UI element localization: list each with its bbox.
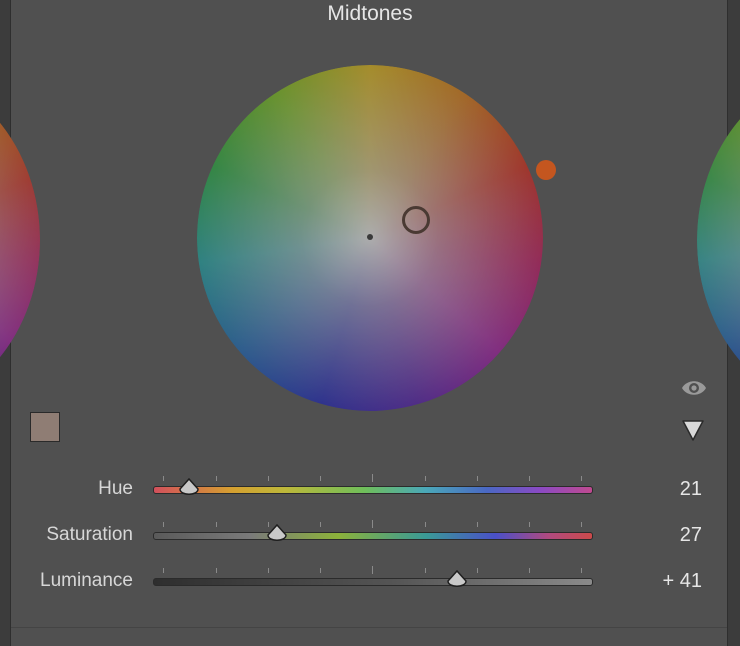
tick-mark (163, 522, 164, 527)
luminance-slider-thumb[interactable] (446, 570, 468, 594)
tick-mark (581, 476, 582, 481)
color-swatch[interactable] (30, 412, 60, 442)
eye-icon[interactable] (681, 377, 707, 399)
tick-mark (477, 568, 478, 573)
luminance-label: Luminance (40, 570, 133, 591)
luminance-value[interactable]: + 41 (663, 570, 702, 593)
tick-mark (529, 568, 530, 573)
tick-mark (216, 568, 217, 573)
color-grading-panel: Midtones Hue 21 Saturation 27 Luminance … (0, 0, 740, 646)
tick-mark (477, 522, 478, 527)
bottom-divider (11, 627, 727, 628)
tick-mark (425, 476, 426, 481)
tick-mark (163, 568, 164, 573)
tick-mark (581, 522, 582, 527)
hue-label: Hue (98, 478, 133, 499)
luminance-slider-track[interactable] (153, 578, 593, 586)
hue-slider-track[interactable] (153, 486, 593, 494)
hue-value[interactable]: 21 (680, 478, 702, 501)
tick-mark (268, 522, 269, 527)
tick-mark (320, 476, 321, 481)
tick-mark (216, 522, 217, 527)
tick-mark (529, 476, 530, 481)
triangle-down-icon[interactable] (681, 418, 705, 442)
tick-mark (372, 520, 373, 528)
tick-mark (216, 476, 217, 481)
saturation-label: Saturation (46, 524, 133, 545)
saturation-value[interactable]: 27 (680, 524, 702, 547)
panel-title: Midtones (327, 2, 413, 25)
saturation-slider-track[interactable] (153, 532, 593, 540)
tick-mark (320, 522, 321, 527)
tick-mark (268, 568, 269, 573)
tick-mark (477, 476, 478, 481)
wheel-center-dot (367, 234, 373, 240)
tick-mark (268, 476, 269, 481)
tick-mark (581, 568, 582, 573)
tick-mark (163, 476, 164, 481)
tick-mark (529, 522, 530, 527)
tick-mark (320, 568, 321, 573)
tick-mark (372, 474, 373, 482)
tick-mark (425, 568, 426, 573)
tick-mark (425, 522, 426, 527)
hue-ring-handle[interactable] (536, 160, 556, 180)
hue-slider-thumb[interactable] (178, 478, 200, 502)
tick-mark (372, 566, 373, 574)
saturation-slider-thumb[interactable] (266, 524, 288, 548)
color-target-handle[interactable] (402, 206, 430, 234)
